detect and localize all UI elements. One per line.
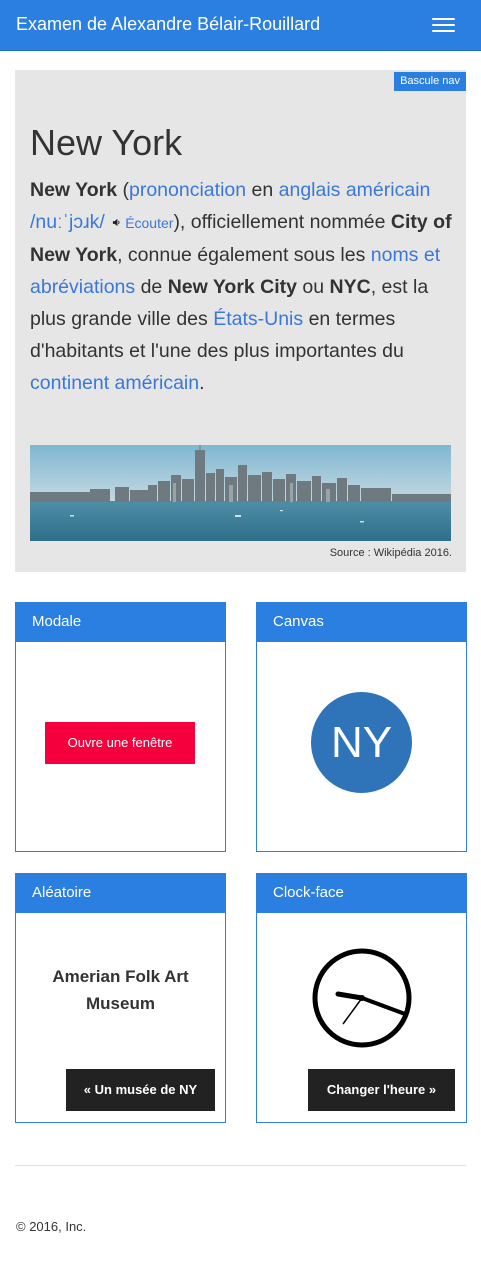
card-modal-body: Ouvre une fenêtre (16, 642, 225, 851)
link-american-english[interactable]: anglais américain (279, 179, 431, 201)
card-canvas-title: Canvas (257, 603, 466, 642)
term-nyc: NYC (329, 276, 371, 298)
link-pronunciation[interactable]: prononciation (129, 179, 246, 201)
card-clock: Clock-face Changer l'heure » (256, 873, 467, 1123)
page-title: New York (30, 122, 183, 163)
speaker-icon (113, 218, 120, 227)
card-modal-title: Modale (16, 603, 225, 642)
open-window-button[interactable]: Ouvre une fenêtre (45, 722, 195, 764)
card-canvas: Canvas NY (256, 602, 467, 852)
image-source: Source : Wikipédia 2016. (329, 547, 452, 559)
navbar: Examen de Alexandre Bélair-Rouillard (0, 0, 481, 51)
change-time-button[interactable]: Changer l'heure » (308, 1069, 455, 1111)
card-canvas-body: NY (257, 642, 466, 851)
card-clock-title: Clock-face (257, 874, 466, 913)
term-new-york-city: New York City (167, 276, 298, 298)
clock-face-icon (312, 948, 412, 1048)
random-museum-button[interactable]: « Un musée de NY (66, 1069, 215, 1111)
museum-name: Amerian Folk Art Museum (52, 967, 189, 1013)
link-united-states[interactable]: États-Unis (213, 308, 303, 330)
card-clock-body: Changer l'heure » (257, 913, 466, 1122)
skyline-image (30, 445, 451, 541)
card-random-title: Aléatoire (16, 874, 225, 913)
intro-paragraph: New York (prononciation en anglais améri… (30, 179, 452, 394)
site-title[interactable]: Examen de Alexandre Bélair-Rouillard (16, 14, 320, 35)
hero-panel: Bascule nav New York New York (prononcia… (15, 70, 466, 572)
card-random-body: Amerian Folk Art Museum « Un musée de NY (16, 913, 225, 1122)
copyright: © 2016, Inc. (16, 1219, 87, 1234)
link-ipa[interactable]: /nuːˈjɔɹk/ (30, 211, 105, 233)
link-american-continent[interactable]: continent américain (30, 372, 199, 394)
hamburger-menu-icon[interactable] (432, 17, 456, 35)
link-listen[interactable]: Écouter (125, 215, 173, 231)
ny-circle: NY (311, 692, 412, 793)
card-random: Aléatoire Amerian Folk Art Museum « Un m… (15, 873, 226, 1123)
footer-divider (15, 1165, 466, 1166)
term-new-york: New York (30, 179, 118, 201)
toggle-nav-button[interactable]: Bascule nav (394, 72, 466, 91)
card-modal: Modale Ouvre une fenêtre (15, 602, 226, 852)
